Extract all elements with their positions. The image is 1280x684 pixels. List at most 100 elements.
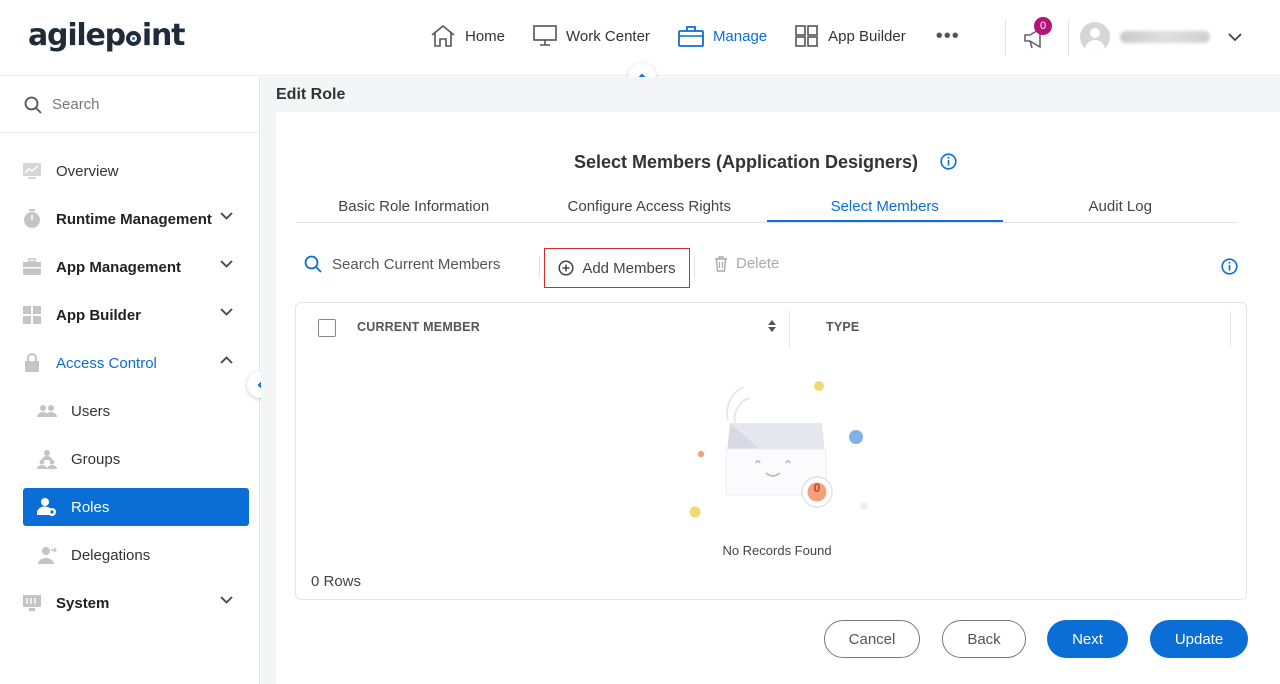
stopwatch-icon <box>24 209 40 228</box>
tabs: Basic Role Information Configure Access … <box>296 192 1238 223</box>
sidebar-item-label: Overview <box>56 162 119 180</box>
sidebar-item-label: Delegations <box>71 546 151 564</box>
chevron-down-icon <box>220 308 233 316</box>
tab-basic-role-information[interactable]: Basic Role Information <box>296 192 532 222</box>
info-icon[interactable] <box>1221 258 1238 275</box>
sidebar-item-label: System <box>56 594 110 612</box>
update-button[interactable]: Update <box>1150 620 1248 658</box>
groups-icon <box>37 450 57 469</box>
sidebar-item-roles[interactable]: Roles <box>23 488 249 526</box>
tab-configure-access-rights[interactable]: Configure Access Rights <box>532 192 768 222</box>
nav-home-label: Home <box>465 27 506 45</box>
sidebar-item-runtime-management[interactable]: Runtime Management <box>0 195 259 243</box>
sidebar-item-access-control[interactable]: Access Control <box>0 339 259 387</box>
sidebar-item-label: Groups <box>71 450 121 468</box>
user-role-icon <box>37 498 56 516</box>
delete-button[interactable]: Delete <box>714 255 779 272</box>
next-button[interactable]: Next <box>1047 620 1128 658</box>
card-title: Select Members (Application Designers) <box>573 152 919 172</box>
sidebar-item-system[interactable]: System <box>0 579 259 627</box>
chevron-down-icon <box>220 596 233 604</box>
empty-state-illustration <box>689 381 868 518</box>
sidebar-item-users[interactable]: Users <box>0 387 259 435</box>
sort-icon[interactable] <box>767 319 777 333</box>
search-icon <box>24 96 42 114</box>
divider <box>694 256 695 278</box>
nav-manage[interactable]: Manage <box>678 25 767 47</box>
add-members-button[interactable]: Add Members <box>544 248 690 288</box>
main-content: Edit Role Select Members (Application De… <box>261 77 1280 684</box>
chevron-up-icon <box>220 356 233 364</box>
sidebar-item-overview[interactable]: Overview <box>0 147 259 195</box>
notification-badge: 0 <box>1034 17 1052 35</box>
sidebar-item-label: Roles <box>71 498 110 516</box>
search-current-members-label: Search Current Members <box>332 255 501 273</box>
sidebar-item-label: App Management <box>56 258 182 276</box>
sidebar-search-placeholder: Search <box>52 96 100 113</box>
chart-icon <box>23 163 41 179</box>
column-separator[interactable] <box>789 311 790 347</box>
chevron-down-icon <box>220 212 233 220</box>
agilepoint-logo[interactable]: agilep int <box>28 18 186 53</box>
tab-select-members[interactable]: Select Members <box>767 192 1003 222</box>
column-separator[interactable] <box>1230 311 1231 347</box>
lock-icon <box>25 353 39 372</box>
cancel-button[interactable]: Cancel <box>824 620 920 658</box>
top-bar: agilep int Home Work Center Manage App Bu… <box>0 0 1280 91</box>
main-nav: Home Work Center Manage App Builder ••• <box>430 24 960 48</box>
sidebar-item-groups[interactable]: Groups <box>0 435 259 483</box>
trash-icon <box>715 255 727 272</box>
sidebar-item-label: Access Control <box>56 354 157 372</box>
user-menu[interactable] <box>1080 22 1242 52</box>
chevron-down-icon <box>220 260 233 268</box>
sidebar-item-label: Users <box>71 402 111 420</box>
nav-work-center-label: Work Center <box>566 27 650 45</box>
monitor-icon <box>533 25 557 46</box>
sidebar: Search Overview Runtime Management App M… <box>0 77 260 684</box>
more-menu-button[interactable]: ••• <box>936 26 960 46</box>
nav-app-builder-label: App Builder <box>828 27 906 45</box>
edit-role-card: Select Members (Application Designers) B… <box>276 112 1280 684</box>
search-current-members[interactable]: Search Current Members <box>304 255 500 273</box>
toolbar: Search Current Members Add Members Delet… <box>296 246 1238 288</box>
sidebar-item-delegations[interactable]: Delegations <box>0 531 259 579</box>
users-icon <box>37 405 57 417</box>
delegation-icon <box>38 547 57 564</box>
grid-apps-icon <box>795 25 818 47</box>
info-icon[interactable] <box>940 153 957 170</box>
sidebar-item-app-builder[interactable]: App Builder <box>0 291 259 339</box>
members-grid: CURRENT MEMBER TYPE 0 No Records Found 0… <box>295 302 1247 600</box>
sidebar-item-label: Runtime Management <box>56 210 212 228</box>
sidebar-search[interactable]: Search <box>0 77 259 133</box>
back-button[interactable]: Back <box>942 620 1026 658</box>
nav-home[interactable]: Home <box>430 24 505 48</box>
column-type[interactable]: TYPE <box>826 320 859 334</box>
select-all-checkbox[interactable] <box>318 319 336 337</box>
username-blurred <box>1120 31 1210 43</box>
page-title: Edit Role <box>276 86 346 103</box>
tab-audit-log[interactable]: Audit Log <box>1003 192 1239 222</box>
briefcase-icon <box>678 26 704 47</box>
column-current-member[interactable]: CURRENT MEMBER <box>357 320 480 334</box>
search-icon <box>304 255 322 273</box>
home-icon <box>431 24 455 47</box>
avatar <box>1080 22 1110 52</box>
plus-circle-icon <box>558 260 574 276</box>
nav-manage-label: Manage <box>712 27 768 45</box>
sidebar-item-label: App Builder <box>56 306 141 324</box>
chevron-down-icon <box>1228 32 1242 41</box>
add-members-label: Add Members <box>582 259 676 277</box>
grid-apps-icon <box>23 306 41 324</box>
no-records-message: No Records Found <box>722 543 832 558</box>
nav-app-builder[interactable]: App Builder <box>795 25 906 47</box>
delete-label: Delete <box>736 255 780 272</box>
empty-count-badge: 0 <box>813 481 821 495</box>
sidebar-item-app-management[interactable]: App Management <box>0 243 259 291</box>
divider <box>1068 20 1069 56</box>
divider <box>539 256 540 278</box>
system-icon <box>23 595 41 611</box>
sidebar-menu: Overview Runtime Management App Manageme… <box>0 133 259 627</box>
nav-work-center[interactable]: Work Center <box>533 25 650 47</box>
grid-header: CURRENT MEMBER TYPE <box>296 303 1246 349</box>
divider <box>1005 20 1006 56</box>
